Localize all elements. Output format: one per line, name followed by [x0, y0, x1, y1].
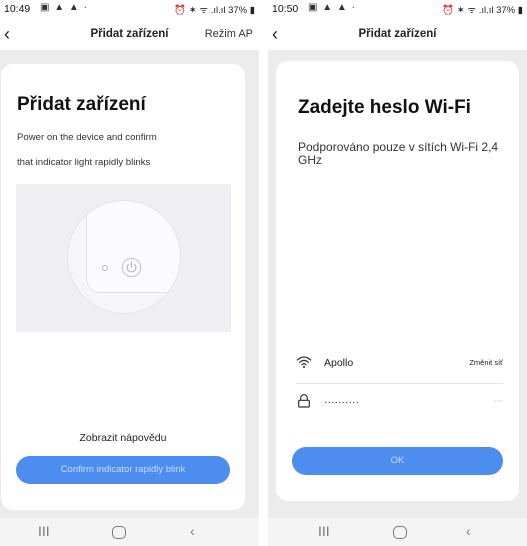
eye-icon[interactable]: ⌣⌣ — [492, 396, 503, 406]
recents-button[interactable]: III — [318, 523, 330, 539]
status-bar: 10:49 ▣ ▲ ▲ · ⏰ ✶ ᯤ .ıl.ıl 37% ▮ — [0, 0, 259, 20]
system-status-icons: ⏰ ✶ ᯤ .ıl.ıl 37% ▮ — [442, 5, 523, 16]
device-body — [86, 201, 180, 293]
system-nav-bar: III ‹ — [268, 518, 527, 546]
wifi-password-row[interactable]: ·········· ⌣⌣ — [296, 392, 503, 414]
home-button[interactable] — [112, 526, 126, 539]
show-help-link[interactable]: Zobrazit nápovědu — [1, 432, 245, 444]
power-icon — [121, 257, 142, 278]
magnifier-circle — [67, 200, 181, 314]
page-title: Přidat zařízení — [358, 28, 437, 40]
wifi-band-note: Podporováno pouze v sítích Wi-Fi 2,4 GHz — [298, 140, 499, 167]
lock-icon — [298, 394, 310, 408]
app-bar: ‹ Přidat zařízení Režim AP — [0, 20, 259, 50]
system-back-button[interactable]: ‹ — [190, 523, 195, 539]
wifi-ssid-value: Apollo — [324, 357, 354, 369]
system-back-button[interactable]: ‹ — [466, 523, 471, 539]
instruction-line-1: Power on the device and confirm — [17, 132, 157, 143]
phone-screen-wifi-password: 10:50 ▣ ▲ ▲ · ⏰ ✶ ᯤ .ıl.ıl 37% ▮ ‹ Přida… — [268, 0, 527, 546]
instruction-line-2: that indicator light rapidly blinks — [17, 157, 151, 168]
ap-mode-button[interactable]: Režim AP — [205, 28, 253, 40]
wifi-icon — [296, 356, 312, 369]
wifi-password-card: Zadejte heslo Wi-Fi Podporováno pouze v … — [276, 61, 519, 501]
device-illustration — [16, 184, 231, 332]
phone-screen-add-device: 10:49 ▣ ▲ ▲ · ⏰ ✶ ᯤ .ıl.ıl 37% ▮ ‹ Přida… — [0, 0, 259, 546]
system-nav-bar: III ‹ — [0, 518, 259, 546]
status-bar: 10:50 ▣ ▲ ▲ · ⏰ ✶ ᯤ .ıl.ıl 37% ▮ — [268, 0, 527, 20]
wifi-password-field[interactable]: ·········· — [324, 396, 359, 408]
app-bar: ‹ Přidat zařízení — [268, 20, 527, 50]
system-status-icons: ⏰ ✶ ᯤ .ıl.ıl 37% ▮ — [174, 5, 255, 16]
field-divider — [296, 383, 503, 384]
confirm-blink-button[interactable]: Confirm indicator rapidly blink — [16, 456, 230, 484]
wifi-ssid-row: Apollo Změnit síť — [296, 353, 503, 375]
card-title: Zadejte heslo Wi-Fi — [298, 97, 471, 118]
recents-button[interactable]: III — [38, 523, 50, 539]
notification-icons: ▣ ▲ ▲ · — [308, 2, 356, 13]
status-time: 10:50 — [272, 3, 299, 15]
card-title: Přidat zařízení — [17, 94, 146, 115]
ok-button[interactable]: OK — [292, 447, 503, 475]
status-time: 10:49 — [4, 3, 31, 15]
change-network-link[interactable]: Změnit síť — [469, 358, 503, 367]
add-device-card: Přidat zařízení Power on the device and … — [1, 64, 245, 510]
home-button[interactable] — [393, 526, 407, 539]
led-indicator-icon — [102, 265, 108, 271]
notification-icons: ▣ ▲ ▲ · — [40, 2, 88, 13]
